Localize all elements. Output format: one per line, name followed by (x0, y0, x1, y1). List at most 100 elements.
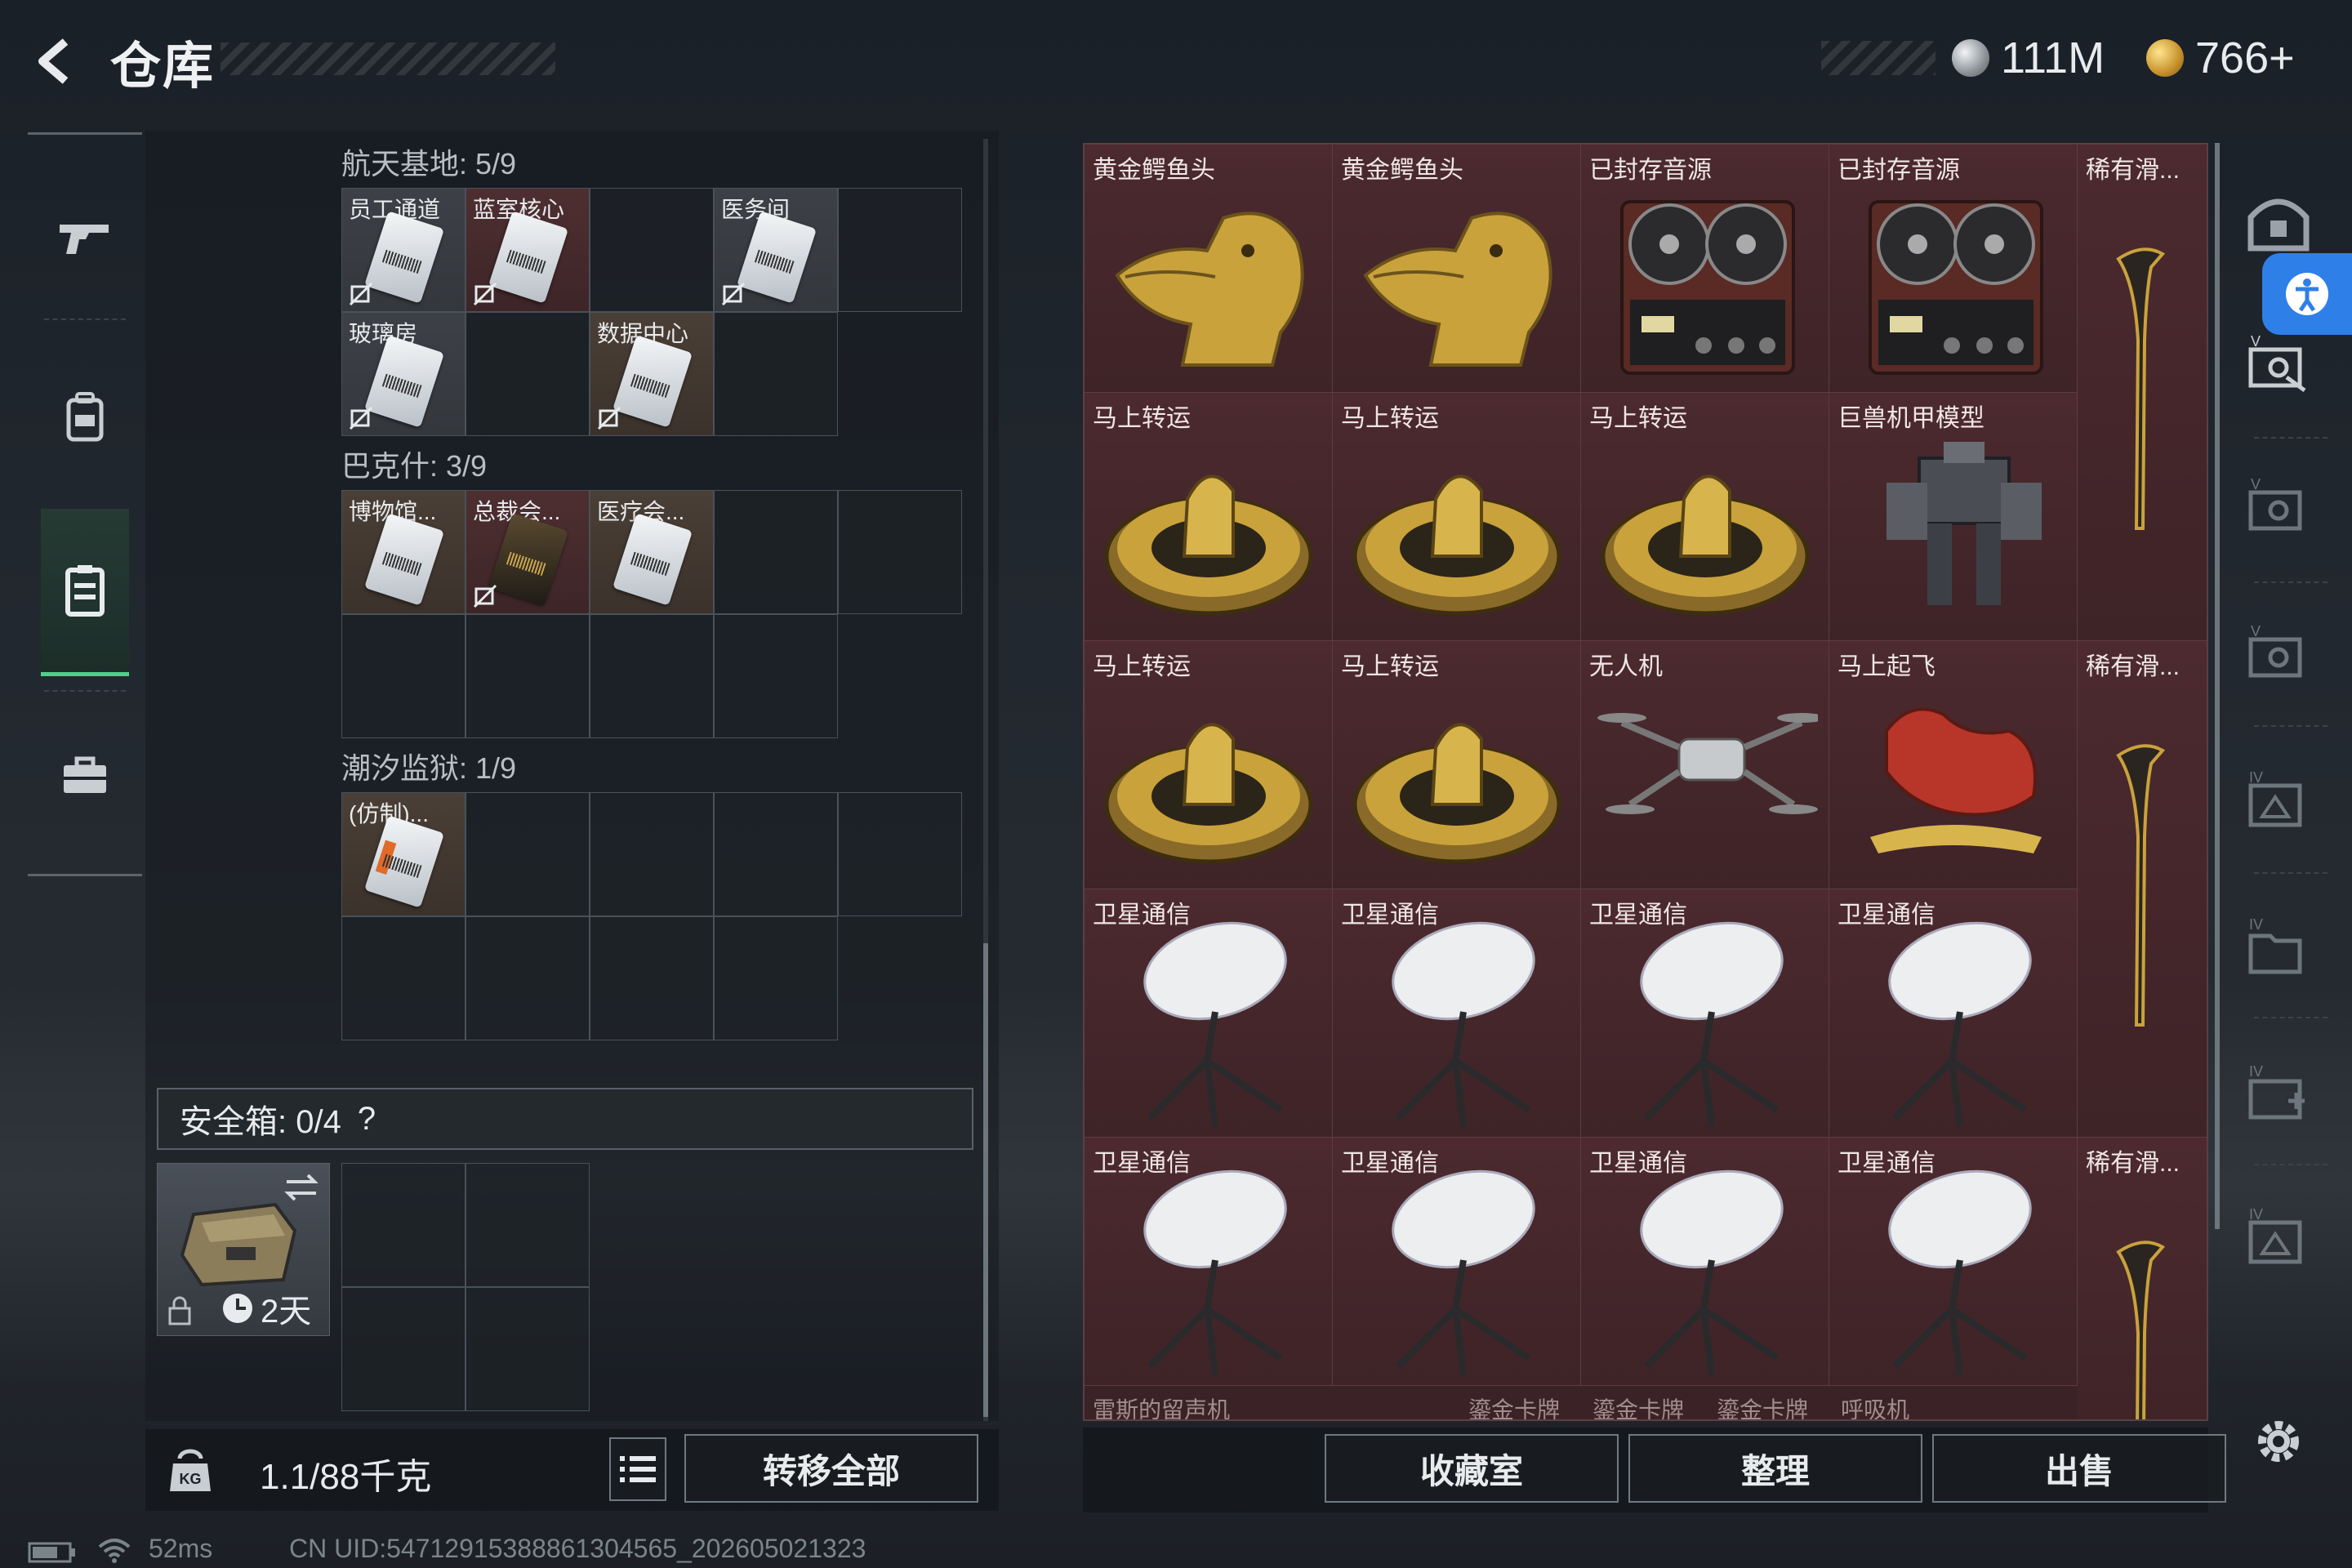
storage-item-horse-coin[interactable]: 马上转运 (1581, 393, 1829, 641)
keycard-slot-empty[interactable] (590, 188, 714, 312)
gold-currency[interactable]: 766+ (2146, 29, 2295, 87)
list-view-button[interactable] (609, 1437, 666, 1501)
storage-item-sat-comm[interactable]: 卫星通信 (1581, 1138, 1829, 1386)
item-label: 稀有滑... (2086, 653, 2180, 680)
keycard-slot-empty[interactable] (714, 614, 838, 738)
keycard-image (612, 513, 693, 606)
storage-item-golden-croc[interactable]: 黄金鳄鱼头 (1085, 145, 1333, 393)
back-button[interactable] (24, 33, 90, 90)
storage-page-tab[interactable]: V (2234, 608, 2323, 698)
sort-button[interactable]: 整理 (1628, 1434, 1922, 1503)
item-label: 稀有滑... (2086, 1150, 2180, 1177)
storage-item-sat-comm[interactable]: 卫星通信 (1829, 1138, 2078, 1386)
keycard-slot-empty[interactable] (341, 614, 466, 738)
toolbox-tab[interactable] (28, 698, 142, 853)
keycard-slot-empty[interactable] (466, 916, 590, 1040)
keycard-slot[interactable]: 玻璃房 (341, 312, 466, 436)
keycard-slot-empty[interactable] (838, 188, 962, 312)
satellite-dish-icon (1640, 1169, 1784, 1375)
unbound-icon (473, 282, 497, 306)
collection-room-button[interactable]: 收藏室 (1325, 1434, 1619, 1503)
nav-divider (44, 318, 126, 320)
storage-page-tab[interactable]: V (2234, 318, 2323, 408)
keycard-image (363, 211, 445, 304)
storage-item-sat-comm[interactable]: 卫星通信 (1829, 889, 2078, 1138)
keycard-slot-empty[interactable] (714, 490, 838, 614)
keycard-slot-empty[interactable] (466, 312, 590, 436)
keycard-slot-empty[interactable] (466, 614, 590, 738)
safebox-slot-empty[interactable] (341, 1163, 466, 1287)
storage-item-rare-slide[interactable]: 稀有滑... (2078, 1138, 2207, 1419)
horse-medallion-icon (1601, 474, 1810, 616)
storage-page-tab[interactable]: IV (2234, 755, 2323, 845)
keycard-slot[interactable]: 医务间 (714, 188, 838, 312)
gear-icon (2258, 1421, 2299, 1462)
storage-page-tab[interactable]: V (2234, 461, 2323, 551)
storage-item-drone[interactable]: 无人机 (1581, 641, 1829, 889)
storage-home-tab[interactable] (2234, 176, 2323, 265)
storage-page-icon: IV (2248, 769, 2302, 827)
golden-crocodile-head-icon (1363, 212, 1552, 367)
golden-crocodile-head-icon (1115, 212, 1304, 367)
nav-divider (2254, 872, 2328, 874)
unbound-icon (349, 282, 373, 306)
storage-page-tab[interactable]: IV (2234, 902, 2323, 992)
keycard-slot-empty[interactable] (590, 792, 714, 916)
keycard-slot-empty[interactable] (590, 916, 714, 1040)
storage-item-horse-coin[interactable]: 马上转运 (1085, 393, 1333, 641)
storage-item-sealed-audio[interactable]: 已封存音源 (1829, 145, 2078, 393)
keycard-slot-empty[interactable] (838, 792, 962, 916)
keycard-slot-empty[interactable] (341, 916, 466, 1040)
keycard-slot-empty[interactable] (590, 614, 714, 738)
safebox-slot-empty[interactable] (466, 1287, 590, 1411)
storage-item-sat-comm[interactable]: 卫星通信 (1333, 889, 1581, 1138)
battery-icon (28, 1542, 75, 1563)
clock-icon (223, 1294, 252, 1323)
keycard-slot-empty[interactable] (466, 792, 590, 916)
storage-item-sat-comm[interactable]: 卫星通信 (1085, 889, 1333, 1138)
nav-divider (2254, 1164, 2328, 1165)
keycard-scrollbar-thumb[interactable] (983, 943, 988, 1417)
keycard-slot[interactable]: 蓝室核心 (466, 188, 590, 312)
keycard-slot[interactable]: 数据中心 (590, 312, 714, 436)
keycard-slot-empty[interactable] (714, 312, 838, 436)
storage-item-rare-slide[interactable]: 稀有滑... (2078, 641, 2207, 1138)
storage-item-mech-model[interactable]: 巨兽机甲模型 (1829, 393, 2078, 641)
storage-item-horse-coin[interactable]: 马上转运 (1085, 641, 1333, 889)
storage-item-horse-coin[interactable]: 马上转运 (1333, 393, 1581, 641)
storage-item-sat-comm[interactable]: 卫星通信 (1581, 889, 1829, 1138)
keycard-slot[interactable]: 博物馆... (341, 490, 466, 614)
keycard-slot-empty[interactable] (714, 792, 838, 916)
keycard-tab[interactable] (41, 509, 129, 676)
storage-item-golden-croc[interactable]: 黄金鳄鱼头 (1333, 145, 1581, 393)
weapon-tab[interactable] (28, 159, 142, 314)
next-row-label: 呼吸机 (1841, 1397, 1910, 1421)
keycard-slot[interactable]: 员工通道 (341, 188, 466, 312)
keycard-slot-empty[interactable] (838, 490, 962, 614)
group-title-tidal-prison: 潮汐监狱: 1/9 (341, 751, 517, 785)
keycard-slot[interactable]: (仿制)... (341, 792, 466, 916)
sell-button[interactable]: 出售 (1932, 1434, 2226, 1503)
storage-item-sat-comm[interactable]: 卫星通信 (1085, 1138, 1333, 1386)
safebox-slot-empty[interactable] (341, 1287, 466, 1411)
storage-item-horse-coin[interactable]: 马上转运 (1333, 641, 1581, 889)
safebox-help-button[interactable]: ? (358, 1101, 376, 1138)
storage-page-tab[interactable]: IV (2234, 1192, 2323, 1282)
mech-model-icon (1886, 442, 2042, 605)
storage-item-flying-horse[interactable]: 马上起飞 (1829, 641, 2078, 889)
safebox-container[interactable]: 2天 (157, 1163, 330, 1336)
storage-item-sat-comm[interactable]: 卫星通信 (1333, 1138, 1581, 1386)
settings-button[interactable] (2234, 1396, 2323, 1486)
satellite-dish-icon (1143, 921, 1287, 1127)
transfer-all-button[interactable]: 转移全部 (684, 1434, 978, 1503)
keycard-slot[interactable]: 总裁会... (466, 490, 590, 614)
keycard-slot-empty[interactable] (714, 916, 838, 1040)
keycard-slot[interactable]: 医疗会... (590, 490, 714, 614)
storage-page-tab[interactable]: IV (2234, 1049, 2323, 1139)
storage-scrollbar[interactable] (2215, 143, 2220, 1229)
backpack-tab[interactable] (28, 339, 142, 494)
storage-item-rare-slide[interactable]: 稀有滑... (2078, 145, 2207, 641)
safebox-slot-empty[interactable] (466, 1163, 590, 1287)
storage-item-sealed-audio[interactable]: 已封存音源 (1581, 145, 1829, 393)
flying-horse-icon (1870, 707, 2042, 853)
